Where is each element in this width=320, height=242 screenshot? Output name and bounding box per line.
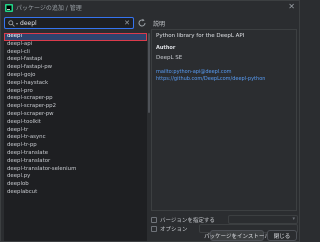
description-label: 説明 xyxy=(153,21,166,28)
project-url-link[interactable]: https://github.com/DeepLcom/deepl-python xyxy=(156,76,292,82)
package-list-item[interactable]: deepl-translator xyxy=(4,158,147,166)
author-email-link[interactable]: mailto:python-api@deepl.com xyxy=(156,69,292,75)
close-icon[interactable]: ✕ xyxy=(288,3,295,11)
package-list-item[interactable]: deepl-tr-async xyxy=(4,134,147,142)
package-summary: Python library for the DeepL API xyxy=(156,33,245,39)
package-list-item[interactable]: deepl-gojo xyxy=(4,72,147,80)
package-list-item[interactable]: deeplob xyxy=(4,181,147,189)
title-bar: パッケージの追加 / 管理 ✕ xyxy=(1,1,299,14)
package-list-item[interactable]: deepl xyxy=(4,33,147,41)
version-label: バージョンを指定する xyxy=(160,217,215,224)
package-list-item[interactable]: deepl-fastapi xyxy=(4,56,147,64)
options-label: オプション xyxy=(160,226,188,233)
description-panel: Python library for the DeepL API Author … xyxy=(151,29,297,211)
author-name: DeepL SE xyxy=(156,55,183,61)
package-list-item[interactable]: deepl-fastapi-pw xyxy=(4,64,147,72)
package-list[interactable]: deepl deepl-api deepl-cli deepl-fastapi deep… xyxy=(4,33,147,241)
search-value[interactable]: deepl xyxy=(20,20,124,27)
package-list-item[interactable]: deeplabcut xyxy=(4,189,147,197)
window-title: パッケージの追加 / 管理 xyxy=(16,5,82,12)
clear-search-icon[interactable]: ✕ xyxy=(124,19,130,27)
package-list-item[interactable]: deepl-haystack xyxy=(4,80,147,88)
version-checkbox[interactable] xyxy=(151,216,157,223)
install-package-button[interactable]: パッケージをインストール xyxy=(204,230,270,241)
package-list-item[interactable]: deepl-pro xyxy=(4,88,147,96)
search-input[interactable]: ▾ deepl ✕ xyxy=(4,17,134,29)
options-option: オプション xyxy=(151,224,188,233)
package-list-item[interactable]: deepl-scraper-pp2 xyxy=(4,103,147,111)
pycharm-icon xyxy=(5,3,13,12)
package-list-item[interactable]: deepl-translator-selenium xyxy=(4,166,147,174)
package-list-item[interactable]: deepl-translate xyxy=(4,150,147,158)
search-history-dropdown-icon[interactable]: ▾ xyxy=(16,21,18,26)
refresh-icon[interactable] xyxy=(137,18,147,28)
version-option: バージョンを指定する xyxy=(151,215,215,224)
package-list-item[interactable]: deepl-cli xyxy=(4,49,147,57)
chevron-down-icon: ▾ xyxy=(292,216,295,222)
package-list-item[interactable]: deepl.py xyxy=(4,173,147,181)
author-heading: Author xyxy=(156,45,176,51)
package-list-item[interactable]: deepl-api xyxy=(4,41,147,49)
package-list-item[interactable]: deepl-tr xyxy=(4,127,147,135)
package-list-item[interactable]: deepl-scraper-pp xyxy=(4,95,147,103)
options-checkbox[interactable] xyxy=(151,225,157,232)
package-list-scrollbar[interactable] xyxy=(148,33,150,113)
version-select[interactable]: ▾ xyxy=(228,215,298,224)
package-list-item[interactable]: deepl-toolkit xyxy=(4,119,147,127)
package-list-item[interactable]: deepl-scraper-pw xyxy=(4,111,147,119)
close-button[interactable]: 閉じる xyxy=(267,230,297,241)
dialog-window: パッケージの追加 / 管理 ✕ ▾ deepl ✕ deepl deepl-api… xyxy=(0,0,300,242)
package-list-item[interactable]: deepl-tr-pp xyxy=(4,142,147,150)
search-icon xyxy=(8,19,15,27)
